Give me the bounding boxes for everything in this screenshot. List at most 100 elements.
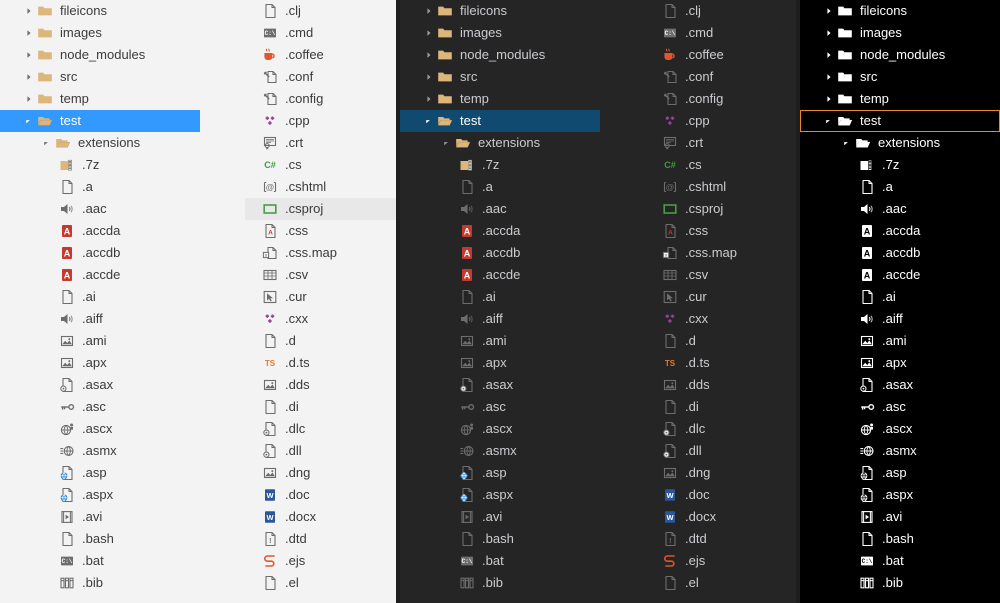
file-item-dll[interactable]: .dll: [645, 440, 800, 462]
file-item-cssmap[interactable]: s .css.map: [645, 242, 800, 264]
file-item-bib[interactable]: .bib: [400, 572, 645, 594]
chevron-right-icon[interactable]: [422, 22, 436, 44]
file-item-dll[interactable]: .dll: [245, 440, 400, 462]
file-item-dng[interactable]: .dng: [645, 462, 800, 484]
file-item-bat[interactable]: C:\ .bat: [800, 550, 1000, 572]
file-item-accdb[interactable]: A .accdb: [0, 242, 245, 264]
file-item-ascx[interactable]: .ascx: [400, 418, 645, 440]
file-item-d[interactable]: .d: [245, 330, 400, 352]
tree-item-src[interactable]: src: [0, 66, 245, 88]
file-item-asmx[interactable]: .asmx: [0, 440, 245, 462]
file-item-ami[interactable]: .ami: [400, 330, 645, 352]
tree-item-node_modules[interactable]: node_modules: [0, 44, 245, 66]
file-item-apx[interactable]: .apx: [0, 352, 245, 374]
file-item-asc[interactable]: .asc: [400, 396, 645, 418]
file-item-ascx[interactable]: .ascx: [0, 418, 245, 440]
tree-item-temp[interactable]: temp: [0, 88, 245, 110]
file-item-dds[interactable]: .dds: [645, 374, 800, 396]
file-item-di[interactable]: .di: [645, 396, 800, 418]
tree-item-test[interactable]: test: [0, 110, 200, 132]
chevron-right-icon[interactable]: [22, 44, 36, 66]
file-item-accda[interactable]: A .accda: [0, 220, 245, 242]
tree-item-images[interactable]: images: [400, 22, 645, 44]
file-item-crt[interactable]: .crt: [645, 132, 800, 154]
file-item-accda[interactable]: A .accda: [400, 220, 645, 242]
file-item-aspx[interactable]: .aspx: [400, 484, 645, 506]
tree-item-node_modules[interactable]: node_modules: [400, 44, 645, 66]
file-item-aac[interactable]: .aac: [800, 198, 1000, 220]
file-item-doc[interactable]: W .doc: [245, 484, 400, 506]
file-item-avi[interactable]: .avi: [400, 506, 645, 528]
file-item-di[interactable]: .di: [245, 396, 400, 418]
file-item-accdb[interactable]: A .accdb: [400, 242, 645, 264]
file-item-cs[interactable]: C# .cs: [645, 154, 800, 176]
file-item-aiff[interactable]: .aiff: [400, 308, 645, 330]
file-item-asp[interactable]: .asp: [800, 462, 1000, 484]
file-item-ejs[interactable]: .ejs: [645, 550, 800, 572]
file-item-doc[interactable]: W .doc: [645, 484, 800, 506]
tree-item-temp[interactable]: temp: [400, 88, 645, 110]
file-item-a[interactable]: .a: [800, 176, 1000, 198]
file-item-config[interactable]: .config: [245, 88, 400, 110]
file-item-cmd[interactable]: C:\ .cmd: [645, 22, 800, 44]
file-item-csv[interactable]: .csv: [645, 264, 800, 286]
chevron-down-icon[interactable]: [22, 110, 36, 132]
file-item-docx[interactable]: W .docx: [245, 506, 400, 528]
chevron-right-icon[interactable]: [422, 44, 436, 66]
tree-item-test[interactable]: test: [800, 110, 1000, 132]
file-item-asmx[interactable]: .asmx: [400, 440, 645, 462]
file-item-aspx[interactable]: .aspx: [800, 484, 1000, 506]
file-item-conf[interactable]: .conf: [245, 66, 400, 88]
file-item-dtd[interactable]: ! .dtd: [245, 528, 400, 550]
file-item-cshtml[interactable]: @ .cshtml: [645, 176, 800, 198]
file-item-ascx[interactable]: .ascx: [800, 418, 1000, 440]
tree-item-extensions[interactable]: extensions: [400, 132, 645, 154]
chevron-right-icon[interactable]: [822, 22, 836, 44]
tree-item-extensions[interactable]: extensions: [800, 132, 1000, 154]
file-item-css[interactable]: A .css: [645, 220, 800, 242]
chevron-right-icon[interactable]: [22, 66, 36, 88]
chevron-right-icon[interactable]: [822, 0, 836, 22]
file-item-cur[interactable]: .cur: [245, 286, 400, 308]
file-item-cur[interactable]: .cur: [645, 286, 800, 308]
file-item-accde[interactable]: A .accde: [800, 264, 1000, 286]
chevron-down-icon[interactable]: [440, 132, 454, 154]
tree-item-extensions[interactable]: extensions: [0, 132, 245, 154]
file-item-ejs[interactable]: .ejs: [245, 550, 400, 572]
file-item-cs[interactable]: C# .cs: [245, 154, 400, 176]
chevron-down-icon[interactable]: [822, 110, 836, 132]
file-item-bat[interactable]: C:\ .bat: [0, 550, 245, 572]
chevron-right-icon[interactable]: [22, 0, 36, 22]
file-item-ami[interactable]: .ami: [800, 330, 1000, 352]
file-item-csproj[interactable]: .csproj: [645, 198, 800, 220]
file-item-aspx[interactable]: .aspx: [0, 484, 245, 506]
file-item-7z[interactable]: .7z: [400, 154, 645, 176]
file-item-bib[interactable]: .bib: [0, 572, 245, 594]
file-item-asax[interactable]: .asax: [800, 374, 1000, 396]
file-item-dds[interactable]: .dds: [245, 374, 400, 396]
file-item-a[interactable]: .a: [0, 176, 245, 198]
file-item-el[interactable]: .el: [645, 572, 800, 594]
chevron-right-icon[interactable]: [422, 66, 436, 88]
file-item-el[interactable]: .el: [245, 572, 400, 594]
chevron-right-icon[interactable]: [822, 88, 836, 110]
file-item-css[interactable]: A .css: [245, 220, 400, 242]
file-item-7z[interactable]: .7z: [0, 154, 245, 176]
tree-item-fileicons[interactable]: fileicons: [800, 0, 1000, 22]
file-item-accde[interactable]: A .accde: [0, 264, 245, 286]
file-item-asax[interactable]: .asax: [0, 374, 245, 396]
file-item-cpp[interactable]: .cpp: [645, 110, 800, 132]
tree-item-node_modules[interactable]: node_modules: [800, 44, 1000, 66]
tree-item-test[interactable]: test: [400, 110, 600, 132]
file-item-a[interactable]: .a: [400, 176, 645, 198]
file-item-cxx[interactable]: .cxx: [645, 308, 800, 330]
file-item-dtd[interactable]: ! .dtd: [645, 528, 800, 550]
file-item-avi[interactable]: .avi: [0, 506, 245, 528]
chevron-down-icon[interactable]: [40, 132, 54, 154]
chevron-right-icon[interactable]: [22, 22, 36, 44]
tree-item-src[interactable]: src: [800, 66, 1000, 88]
chevron-right-icon[interactable]: [822, 44, 836, 66]
file-item-bash[interactable]: .bash: [0, 528, 245, 550]
file-item-asp[interactable]: .asp: [400, 462, 645, 484]
file-item-bat[interactable]: C:\ .bat: [400, 550, 645, 572]
